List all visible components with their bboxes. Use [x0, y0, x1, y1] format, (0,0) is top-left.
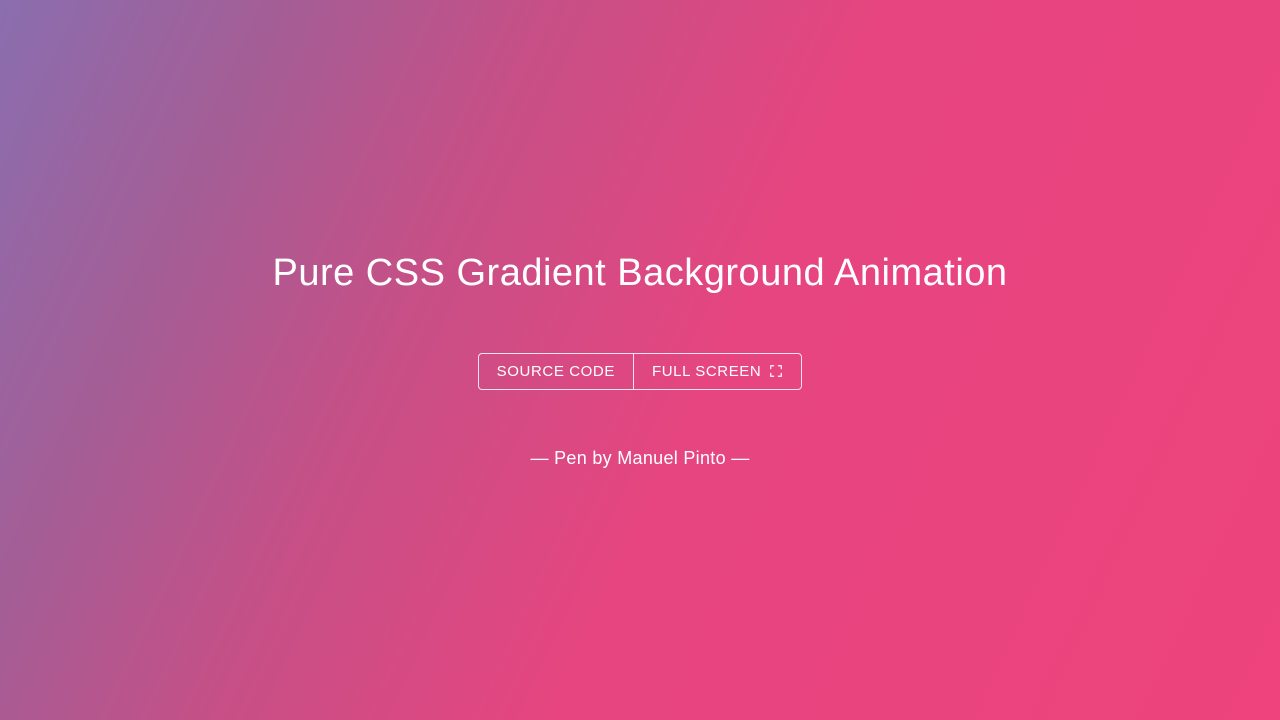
source-code-label: SOURCE CODE [497, 363, 615, 380]
button-group: SOURCE CODE FULL SCREEN [478, 353, 803, 390]
full-screen-button[interactable]: FULL SCREEN [633, 353, 802, 390]
fullscreen-icon [769, 364, 783, 378]
full-screen-label: FULL SCREEN [652, 363, 761, 380]
page-title: Pure CSS Gradient Background Animation [272, 252, 1007, 295]
credit-line: — Pen by Manuel Pinto — [530, 448, 749, 469]
source-code-button[interactable]: SOURCE CODE [478, 353, 633, 390]
